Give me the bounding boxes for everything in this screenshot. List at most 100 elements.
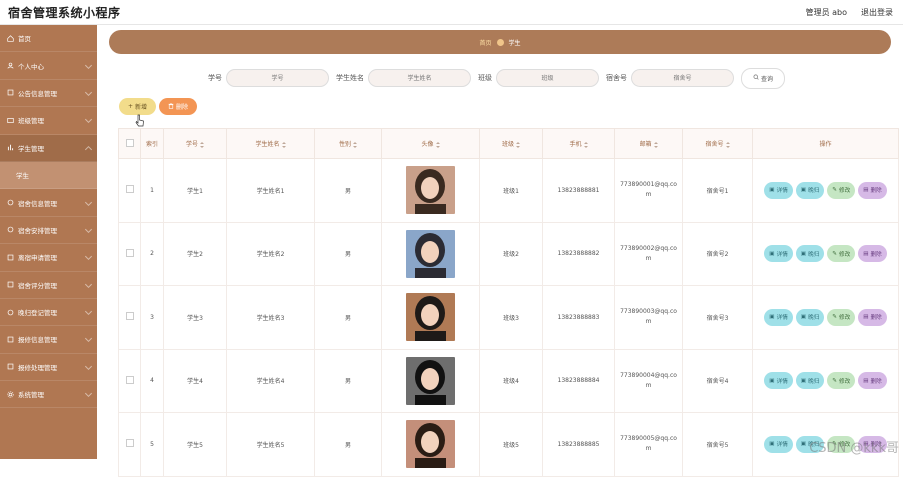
search-input-sid[interactable] <box>226 69 329 87</box>
detail-button[interactable]: ▣ 详情 <box>764 308 793 326</box>
edit-button[interactable]: ✎ 修改 <box>827 245 856 263</box>
row-select[interactable] <box>118 158 141 223</box>
repair-icon <box>7 336 14 343</box>
sidebar-item-dorm-arrange[interactable]: 宿舍安排管理 <box>0 217 97 245</box>
row-delete-button[interactable]: ▤ 删除 <box>858 245 887 263</box>
detail-button[interactable]: ▣ 详情 <box>764 372 793 390</box>
sidebar-item-score[interactable]: 宿舍评分管理 <box>0 272 97 299</box>
cell-gender: 男 <box>314 348 382 413</box>
search-input-dorm[interactable] <box>631 69 734 87</box>
edit-icon: ✎ <box>832 187 837 194</box>
cell-email: 773890003@qq.com <box>614 285 683 350</box>
breadcrumb-separator-icon <box>496 38 504 46</box>
header-phone[interactable]: 手机 <box>542 128 615 159</box>
late-return-button[interactable]: ▣ 晚归 <box>795 181 825 199</box>
table-row[interactable]: 1 学生1 学生姓名1 男 班级1 13823888881 773890001@qq.com… <box>118 158 899 223</box>
header-dorm[interactable]: 宿舍号 <box>682 128 753 159</box>
cell-email: 773890004@qq.com <box>614 348 683 413</box>
table-row[interactable]: 2 学生2 学生姓名2 男 班级2 13823888882 773890002@qq.com… <box>118 221 899 286</box>
search-input-name[interactable] <box>368 69 471 87</box>
sidebar-item-repair[interactable]: 报修信息管理 <box>0 326 97 354</box>
sidebar-item-home[interactable]: 首页 <box>0 25 97 53</box>
row-select[interactable] <box>118 285 141 350</box>
sort-icon[interactable] <box>516 141 520 148</box>
sidebar-item-system[interactable]: 系统管理 <box>0 381 97 409</box>
header-class[interactable]: 班级 <box>479 128 543 159</box>
table-row[interactable]: 3 学生3 学生姓名3 男 班级3 13823888883 773890003@qq.com… <box>118 285 899 350</box>
edit-button[interactable]: ✎ 修改 <box>827 181 856 199</box>
cell-dorm: 宿舍号2 <box>682 221 753 286</box>
table-row[interactable]: 5 学生5 学生姓名5 男 班级5 13823888885 773890005@qq.com… <box>118 412 899 477</box>
row-checkbox[interactable] <box>125 439 134 448</box>
sidebar-item-repair-process[interactable]: 报修处理管理 <box>0 354 97 382</box>
sidebar-item-label: 报修处理管理 <box>18 363 57 372</box>
edit-icon: ✎ <box>832 250 837 257</box>
detail-button[interactable]: ▣ 详情 <box>764 245 793 263</box>
search-button[interactable]: 查询 <box>741 67 785 89</box>
row-delete-button[interactable]: ▤ 删除 <box>858 181 887 199</box>
table-row[interactable]: 4 学生4 学生姓名4 男 班级4 13823888884 773890004@qq.com… <box>118 348 899 413</box>
detail-button[interactable]: ▣ 详情 <box>764 435 793 453</box>
breadcrumb-home[interactable]: 首页 <box>479 38 491 47</box>
row-checkbox[interactable] <box>125 185 134 194</box>
late-return-button[interactable]: ▣ 晚归 <box>795 308 825 326</box>
sidebar-item-late[interactable]: 晚归登记管理 <box>0 299 97 327</box>
search-label-name: 学生姓名 <box>336 74 364 82</box>
sidebar-item-students[interactable]: 学生管理 <box>0 134 97 162</box>
row-checkbox[interactable] <box>125 248 134 257</box>
delete-button[interactable]: 删除 <box>159 98 198 115</box>
header-email[interactable]: 邮箱 <box>614 128 683 159</box>
late-return-button[interactable]: ▣ 晚归 <box>795 245 825 263</box>
sort-icon[interactable] <box>200 141 204 148</box>
watermark: CSDN @kkk哥 <box>809 441 899 456</box>
mouse-pointer-icon <box>135 114 144 127</box>
row-delete-button[interactable]: ▤ 删除 <box>858 308 887 326</box>
cell-sid: 学生4 <box>163 348 227 413</box>
sort-icon[interactable] <box>281 141 286 148</box>
header-gender[interactable]: 性别 <box>314 128 382 159</box>
detail-button[interactable]: ▣ 详情 <box>764 181 793 199</box>
sort-icon[interactable] <box>583 141 588 148</box>
sort-icon[interactable] <box>353 141 357 148</box>
header-label: 邮箱 <box>639 141 652 148</box>
avatar[interactable] <box>406 166 455 215</box>
row-checkbox[interactable] <box>125 375 134 384</box>
sort-icon[interactable] <box>435 141 440 148</box>
sidebar-item-label: 系统管理 <box>18 391 44 400</box>
cell-dorm: 宿舍号3 <box>682 285 753 350</box>
avatar[interactable] <box>406 229 455 278</box>
sidebar-item-label: 公告信息管理 <box>18 89 57 98</box>
sidebar-item-leave[interactable]: 离宿申请管理 <box>0 244 97 272</box>
sidebar-item-notice[interactable]: 公告信息管理 <box>0 80 97 108</box>
row-select[interactable] <box>118 221 141 286</box>
row-select[interactable] <box>118 348 141 413</box>
late-return-icon: ▣ <box>800 314 807 321</box>
search-input-class[interactable] <box>496 69 599 87</box>
avatar[interactable] <box>406 293 455 342</box>
add-button[interactable]: + 新增 <box>119 98 157 115</box>
sidebar-item-profile[interactable]: 个人中心 <box>0 52 97 80</box>
sort-icon[interactable] <box>653 141 658 148</box>
current-user[interactable]: 管理员 abo <box>806 7 847 18</box>
row-checkbox[interactable] <box>125 312 134 321</box>
row-select[interactable] <box>118 412 141 477</box>
late-return-label: 晚归 <box>808 315 820 322</box>
header-select-all[interactable] <box>118 128 141 159</box>
row-delete-button[interactable]: ▤ 删除 <box>858 372 887 390</box>
late-return-button[interactable]: ▣ 晚归 <box>795 372 825 390</box>
sort-icon[interactable] <box>725 141 730 148</box>
header-name[interactable]: 学生姓名 <box>226 128 315 159</box>
edit-button[interactable]: ✎ 修改 <box>827 372 856 390</box>
edit-button[interactable]: ✎ 修改 <box>827 308 856 326</box>
late-return-label: 晚归 <box>808 378 820 385</box>
select-all-checkbox[interactable] <box>125 138 134 147</box>
sidebar-item-dorm-info[interactable]: 宿舍信息管理 <box>0 189 97 217</box>
sidebar-subitem-student[interactable]: 学生 <box>0 161 97 190</box>
cell-class: 班级5 <box>479 412 543 477</box>
avatar[interactable] <box>406 420 455 469</box>
sidebar-item-class[interactable]: 班级管理 <box>0 107 97 135</box>
logout-link[interactable]: 退出登录 <box>861 7 893 18</box>
header-sid[interactable]: 学号 <box>163 128 227 159</box>
avatar[interactable] <box>406 356 455 405</box>
header-avatar[interactable]: 头像 <box>381 128 480 159</box>
